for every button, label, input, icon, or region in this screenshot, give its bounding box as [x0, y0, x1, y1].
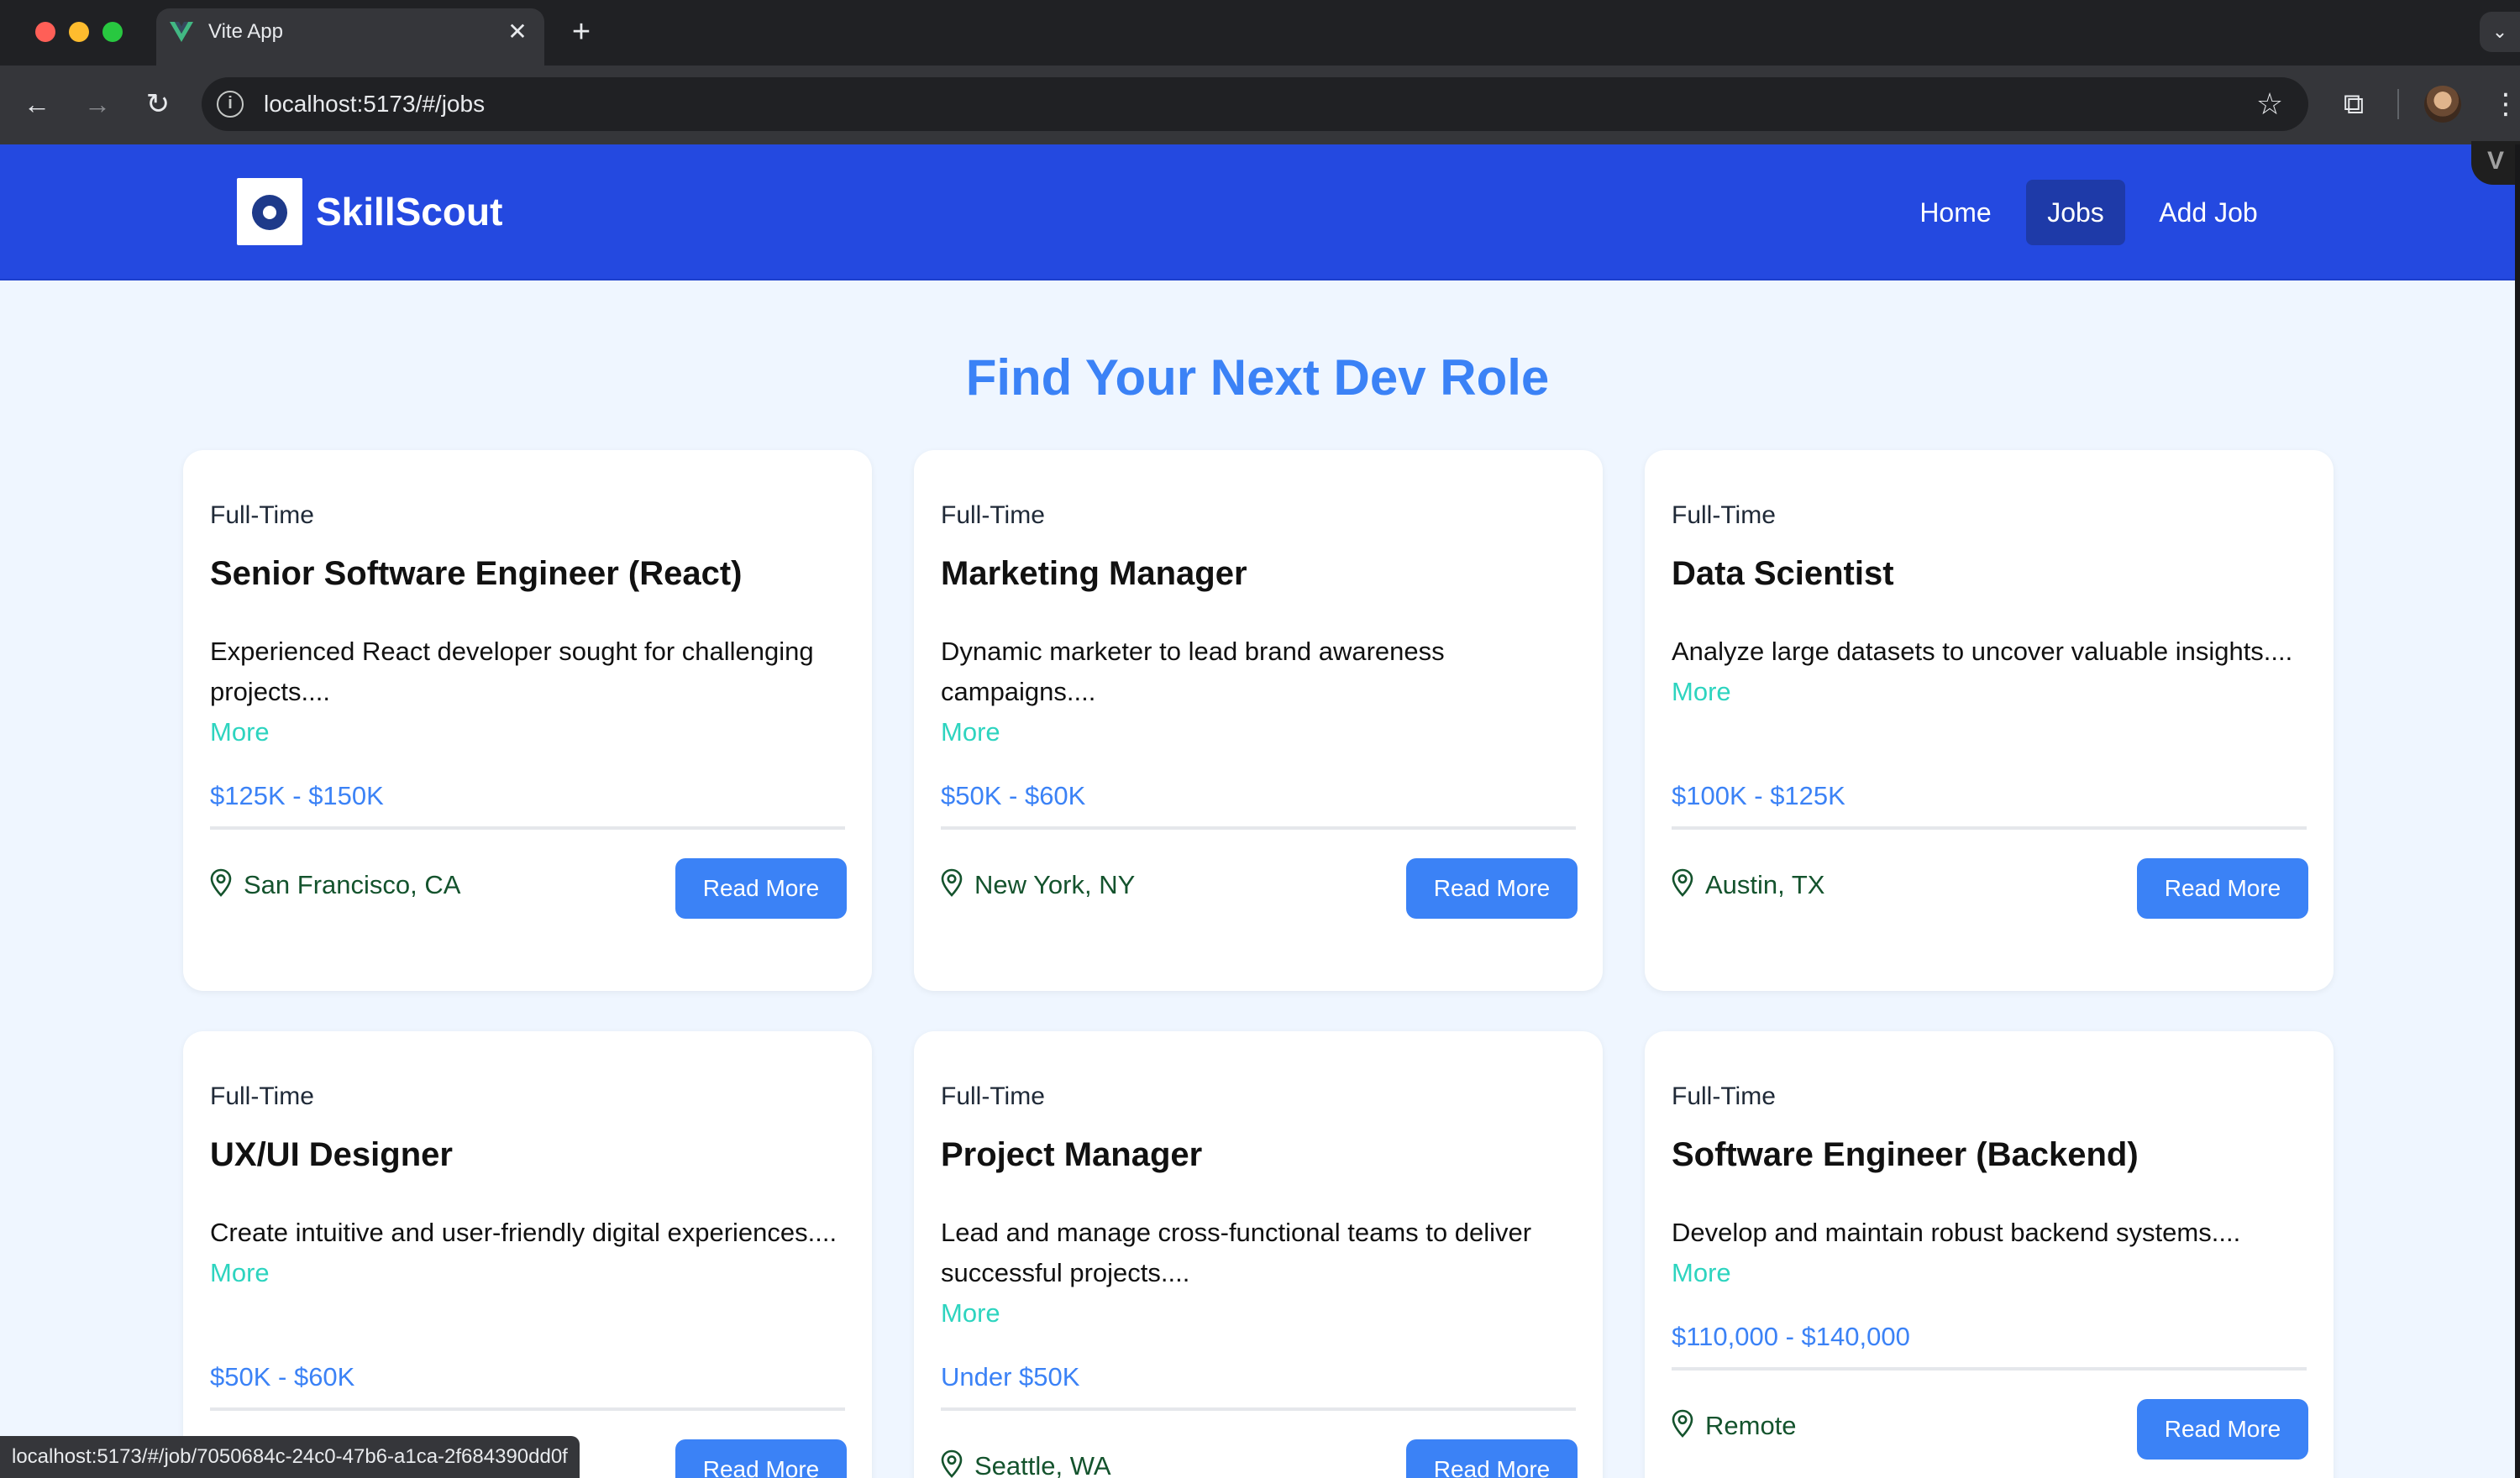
job-salary: $50K - $60K: [941, 781, 1086, 810]
nav-link-jobs[interactable]: Jobs: [2026, 180, 2125, 245]
job-location-text: San Francisco, CA: [244, 870, 461, 899]
bookmark-star-icon[interactable]: ☆: [2251, 84, 2288, 124]
location-pin-icon: [941, 868, 963, 897]
reload-icon[interactable]: ↻: [139, 86, 176, 123]
job-card: Full-Time Software Engineer (Backend) Deve…: [1645, 1031, 2334, 1478]
job-title: UX/UI Designer: [210, 1136, 453, 1173]
job-description: Experienced React developer sought for c…: [210, 632, 858, 752]
status-bar-url: localhost:5173/#/job/7050684c-24c0-47b6-…: [0, 1436, 580, 1478]
more-link[interactable]: More: [210, 712, 858, 752]
job-salary: $100K - $125K: [1672, 781, 1845, 810]
job-card: Full-Time Data Scientist Analyze large dat…: [1645, 450, 2334, 991]
job-location: Remote: [1672, 1407, 1797, 1444]
job-salary: Under $50K: [941, 1362, 1080, 1392]
job-title: Project Manager: [941, 1136, 1203, 1173]
job-description: Develop and maintain robust backend syst…: [1672, 1213, 2320, 1293]
job-description: Create intuitive and user-friendly digit…: [210, 1213, 858, 1293]
read-more-button[interactable]: Read More: [2137, 858, 2308, 919]
job-location-text: Austin, TX: [1705, 870, 1825, 899]
read-more-button[interactable]: Read More: [2137, 1399, 2308, 1460]
job-salary: $50K - $60K: [210, 1362, 355, 1392]
profile-avatar[interactable]: [2424, 86, 2461, 123]
job-description-text: Analyze large datasets to uncover valuab…: [1672, 637, 2293, 666]
more-link[interactable]: More: [941, 1293, 1589, 1334]
job-location-text: Seattle, WA: [974, 1451, 1111, 1478]
job-title: Software Engineer (Backend): [1672, 1136, 2139, 1173]
vue-devtools-icon[interactable]: V: [2471, 141, 2520, 185]
location-pin-icon: [1672, 1409, 1693, 1438]
location-pin-icon: [941, 1449, 963, 1478]
address-url[interactable]: localhost:5173/#/jobs: [264, 87, 485, 121]
job-type: Full-Time: [1672, 501, 1776, 529]
job-location: Seattle, WA: [941, 1448, 1111, 1478]
job-description: Lead and manage cross-functional teams t…: [941, 1213, 1589, 1334]
job-card: Full-Time UX/UI Designer Create intuitive …: [183, 1031, 872, 1478]
more-link[interactable]: More: [210, 1253, 858, 1293]
location-pin-icon: [210, 868, 232, 897]
card-divider: [941, 826, 1576, 830]
job-description-text: Dynamic marketer to lead brand awareness…: [941, 637, 1445, 706]
tab-title: Vite App: [208, 20, 283, 43]
vite-favicon-icon: [170, 22, 193, 42]
job-title: Data Scientist: [1672, 555, 1894, 592]
job-type: Full-Time: [941, 1082, 1045, 1110]
job-card: Full-Time Marketing Manager Dynamic market…: [914, 450, 1603, 991]
extensions-icon[interactable]: ⧉: [2335, 84, 2372, 124]
card-divider: [1672, 1367, 2307, 1371]
window-close-button[interactable]: [35, 22, 55, 42]
read-more-button[interactable]: Read More: [675, 858, 847, 919]
read-more-button[interactable]: Read More: [1406, 858, 1578, 919]
job-description-text: Lead and manage cross-functional teams t…: [941, 1218, 1532, 1287]
job-location-text: New York, NY: [974, 870, 1136, 899]
brand-name[interactable]: SkillScout: [316, 188, 502, 235]
job-location-text: Remote: [1705, 1411, 1797, 1440]
read-more-button[interactable]: Read More: [1406, 1439, 1578, 1478]
job-card: Full-Time Project Manager Lead and manage …: [914, 1031, 1603, 1478]
read-more-button[interactable]: Read More: [675, 1439, 847, 1478]
window-zoom-button[interactable]: [102, 22, 123, 42]
tab-search-icon[interactable]: ⌄: [2480, 12, 2520, 52]
job-type: Full-Time: [210, 501, 314, 529]
job-description-text: Create intuitive and user-friendly digit…: [210, 1218, 837, 1247]
more-link[interactable]: More: [1672, 1253, 2320, 1293]
job-title: Marketing Manager: [941, 555, 1247, 592]
job-type: Full-Time: [941, 501, 1045, 529]
job-location: Austin, TX: [1672, 867, 1824, 904]
job-salary: $125K - $150K: [210, 781, 384, 810]
job-description: Dynamic marketer to lead brand awareness…: [941, 632, 1589, 752]
job-location: San Francisco, CA: [210, 867, 460, 904]
nav-link-add-job[interactable]: Add Job: [2144, 180, 2273, 245]
site-info-icon[interactable]: i: [217, 91, 244, 118]
job-location: New York, NY: [941, 867, 1135, 904]
job-salary: $110,000 - $140,000: [1672, 1322, 1910, 1351]
toolbar-divider: [2397, 89, 2399, 119]
location-pin-icon: [1672, 868, 1693, 897]
job-description-text: Develop and maintain robust backend syst…: [1672, 1218, 2241, 1247]
card-divider: [1672, 826, 2307, 830]
forward-icon[interactable]: →: [79, 86, 116, 123]
job-type: Full-Time: [1672, 1082, 1776, 1110]
new-tab-button[interactable]: +: [564, 15, 598, 49]
job-description-text: Experienced React developer sought for c…: [210, 637, 814, 706]
card-divider: [210, 1407, 845, 1411]
card-divider: [941, 1407, 1576, 1411]
job-description: Analyze large datasets to uncover valuab…: [1672, 632, 2320, 712]
more-link[interactable]: More: [1672, 672, 2320, 712]
address-bar[interactable]: [202, 77, 2308, 131]
more-link[interactable]: More: [941, 712, 1589, 752]
logo-icon-center: [263, 206, 276, 219]
nav-link-home[interactable]: Home: [1902, 180, 2009, 245]
browser-menu-icon[interactable]: ⋮: [2491, 84, 2520, 124]
card-divider: [210, 826, 845, 830]
window-edge: [2515, 144, 2520, 1478]
page-title: Find Your Next Dev Role: [965, 349, 1550, 406]
back-icon[interactable]: ←: [18, 86, 55, 123]
window-minimize-button[interactable]: [69, 22, 89, 42]
job-card: Full-Time Senior Software Engineer (React…: [183, 450, 872, 991]
job-title: Senior Software Engineer (React): [210, 555, 743, 592]
job-type: Full-Time: [210, 1082, 314, 1110]
tab-close-icon[interactable]: ✕: [504, 18, 531, 45]
